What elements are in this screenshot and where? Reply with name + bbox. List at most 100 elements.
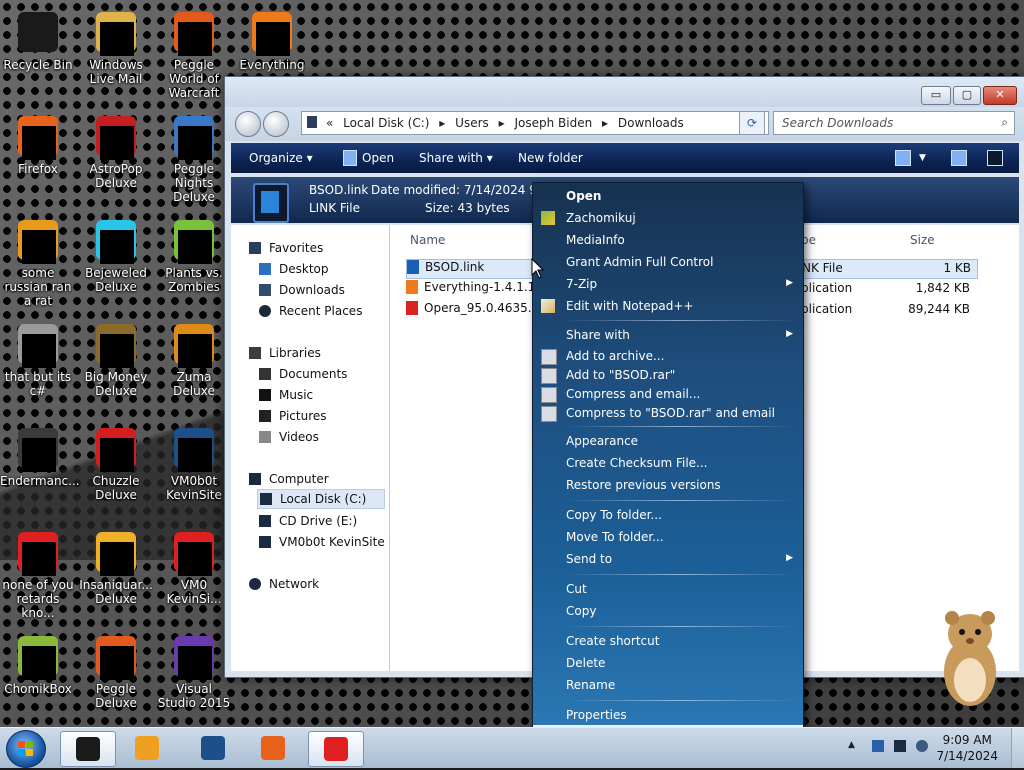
desktop-icon-item[interactable]: Chuzzle Deluxe [78, 424, 154, 502]
explorer-app[interactable] [60, 731, 116, 767]
nav-cd-drive[interactable]: CD Drive (E:) [259, 514, 357, 528]
app-icon [14, 424, 62, 472]
back-button[interactable] [235, 111, 261, 137]
globe-app[interactable] [186, 731, 240, 765]
desktop-icon-item[interactable]: some russian ran a rat [0, 216, 76, 308]
desktop-icon-item[interactable]: ChomikBox [0, 632, 76, 696]
nav-favorites[interactable]: Favorites [249, 241, 323, 255]
desktop-icon-item[interactable]: Firefox [0, 112, 76, 176]
title-bar[interactable]: ▭ ▢ ✕ [225, 77, 1024, 107]
menu-properties[interactable]: Properties [566, 708, 627, 722]
preview-pane-icon[interactable] [951, 150, 967, 166]
organize-button[interactable]: Organize ▾ [249, 151, 313, 165]
network-tray-icon[interactable] [894, 740, 906, 752]
nav-recent-places[interactable]: Recent Places [259, 304, 362, 318]
menu-zachomikuj[interactable]: Zachomikuj [566, 211, 636, 225]
menu-create-shortcut[interactable]: Create shortcut [566, 634, 659, 648]
search-icon[interactable]: ⌕ [1001, 115, 1008, 130]
menu-copy-to[interactable]: Copy To folder... [566, 508, 662, 522]
nav-libraries[interactable]: Libraries [249, 346, 321, 360]
desktop-icon-item[interactable]: Peggle World of Warcraft [156, 8, 232, 100]
desktop-icon-item[interactable]: none of you retards kno... [0, 528, 76, 620]
menu-compress-email[interactable]: Compress and email... [566, 387, 700, 401]
menu-move-to[interactable]: Move To folder... [566, 530, 664, 544]
share-with-button[interactable]: Share with ▾ [419, 151, 493, 165]
breadcrumb-joseph-biden[interactable]: Joseph Biden [514, 116, 592, 130]
system-clock[interactable]: 9:09 AM 7/14/2024 [936, 732, 998, 764]
media-player-app[interactable] [120, 731, 174, 765]
menu-share-with[interactable]: Share with [566, 328, 630, 342]
show-hidden-icons-icon[interactable]: ▲ [848, 740, 860, 752]
desktop-icon-item[interactable]: Peggle Nights Deluxe [156, 112, 232, 204]
nav-videos[interactable]: Videos [259, 430, 319, 444]
desktop-icon-item[interactable]: VM0b0t KevinSite [156, 424, 232, 502]
nav-pictures[interactable]: Pictures [259, 409, 327, 423]
minimize-button[interactable]: ▭ [921, 86, 951, 105]
desktop-icon-item[interactable]: Zuma Deluxe [156, 320, 232, 398]
desktop-icon-item[interactable]: Peggle Deluxe [78, 632, 154, 710]
menu-compress-rar-email[interactable]: Compress to "BSOD.rar" and email [566, 406, 775, 420]
column-name[interactable]: Name [410, 233, 445, 247]
opera-app[interactable] [308, 731, 364, 767]
desktop-icon-item[interactable]: Windows Live Mail [78, 8, 154, 86]
security-icon[interactable] [872, 740, 884, 752]
menu-7zip[interactable]: 7-Zip [566, 277, 597, 291]
nav-vm-kevinsite[interactable]: VM0b0t KevinSite [259, 535, 385, 549]
nav-music[interactable]: Music [259, 388, 313, 402]
forward-button[interactable] [263, 111, 289, 137]
desktop-icon-item[interactable]: AstroPop Deluxe [78, 112, 154, 190]
column-size[interactable]: Size [910, 233, 935, 247]
desktop-icon-item[interactable]: Everything [234, 8, 310, 72]
view-dropdown-icon[interactable]: ▼ [919, 153, 926, 163]
desktop-icon-item[interactable]: Recycle Bin [0, 8, 76, 72]
firefox-app[interactable] [246, 731, 300, 765]
menu-delete[interactable]: Delete [566, 656, 605, 670]
menu-rename[interactable]: Rename [566, 678, 615, 692]
close-button[interactable]: ✕ [983, 86, 1017, 105]
show-desktop-button[interactable] [1011, 728, 1024, 768]
menu-add-archive[interactable]: Add to archive... [566, 349, 664, 363]
menu-add-rar[interactable]: Add to "BSOD.rar" [566, 368, 675, 382]
start-button[interactable] [6, 730, 46, 768]
open-button[interactable]: Open [362, 151, 394, 165]
desktop-icon-item[interactable]: VM0 KevinSi... [156, 528, 232, 606]
menu-restore[interactable]: Restore previous versions [566, 478, 721, 492]
volume-icon[interactable] [916, 740, 928, 752]
desktop-icon-item[interactable]: Endermanc... [0, 424, 80, 488]
breadcrumb[interactable]: « Local Disk (C:) ▸ Users ▸ Joseph Biden… [326, 116, 690, 130]
nav-network[interactable]: Network [249, 577, 319, 591]
menu-copy[interactable]: Copy [566, 604, 596, 618]
nav-computer[interactable]: Computer [249, 472, 329, 486]
nav-downloads[interactable]: Downloads [259, 283, 345, 297]
breadcrumb-local-disk[interactable]: Local Disk (C:) [343, 116, 429, 130]
desktop-icon-item[interactable]: Visual Studio 2015 [156, 632, 232, 710]
nav-documents[interactable]: Documents [259, 367, 347, 381]
menu-open[interactable]: Open [566, 189, 601, 203]
refresh-button[interactable]: ⟳ [739, 111, 765, 135]
menu-appearance[interactable]: Appearance [566, 434, 638, 448]
desktop-icon-item[interactable]: that but its c# [0, 320, 76, 398]
desktop-icon-item[interactable]: Plants vs. Zombies [156, 216, 232, 294]
breadcrumb-overflow[interactable]: « [326, 116, 333, 130]
maximize-button[interactable]: ▢ [953, 86, 981, 105]
menu-edit-notepad[interactable]: Edit with Notepad++ [566, 299, 693, 313]
help-icon[interactable] [987, 150, 1003, 166]
desktop-icon-item[interactable]: Bejeweled Deluxe [78, 216, 154, 294]
breadcrumb-downloads[interactable]: Downloads [618, 116, 684, 130]
nav-local-disk[interactable]: Local Disk (C:) [257, 489, 385, 509]
desktop-icon-label: VM0b0t KevinSite [166, 474, 222, 502]
menu-send-to[interactable]: Send to [566, 552, 612, 566]
desktop-icon-item[interactable]: Big Money Deluxe [78, 320, 154, 398]
desktop-icon-item[interactable]: Insaniquar... Deluxe [78, 528, 154, 606]
address-bar[interactable]: « Local Disk (C:) ▸ Users ▸ Joseph Biden… [301, 111, 769, 135]
menu-checksum[interactable]: Create Checksum File... [566, 456, 708, 470]
menu-mediainfo[interactable]: MediaInfo [566, 233, 625, 247]
desktop-icon-label: Big Money Deluxe [84, 370, 148, 398]
breadcrumb-users[interactable]: Users [455, 116, 489, 130]
menu-grant-admin[interactable]: Grant Admin Full Control [566, 255, 713, 269]
view-icon[interactable] [895, 150, 911, 166]
new-folder-button[interactable]: New folder [518, 151, 583, 165]
menu-cut[interactable]: Cut [566, 582, 587, 596]
search-input[interactable]: Search Downloads ⌕ [773, 111, 1015, 135]
nav-desktop[interactable]: Desktop [259, 262, 329, 276]
